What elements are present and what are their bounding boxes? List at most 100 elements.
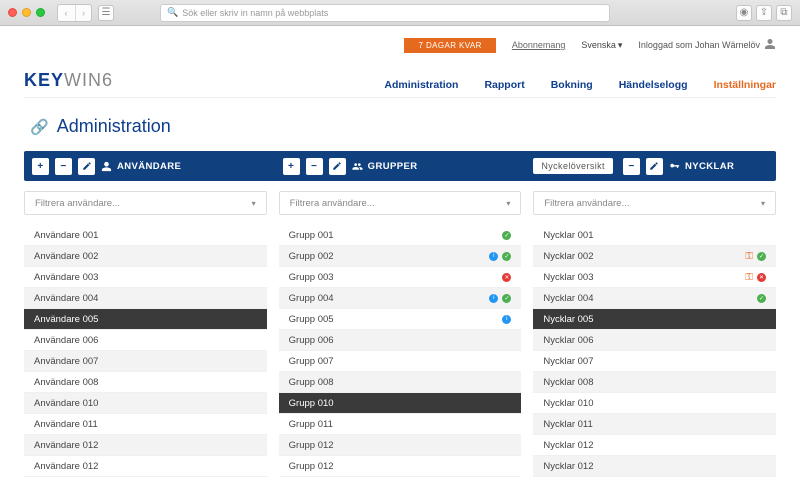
group-row[interactable]: Grupp 003✕ [279,267,522,288]
row-label: Användare 004 [34,293,98,304]
group-row[interactable]: Grupp 010 [279,393,522,414]
add-group-button[interactable]: + [283,158,300,175]
group-row[interactable]: Grupp 005 i [279,309,522,330]
close-window-icon[interactable] [8,8,17,17]
group-row[interactable]: Grupp 011 [279,414,522,435]
group-row[interactable]: Grupp 004i✓ [279,288,522,309]
share-icon[interactable]: ⇪ [756,5,772,21]
row-label: Användare 005 [34,314,98,325]
logo-part1: KEY [24,70,64,90]
row-label: Användare 002 [34,251,98,262]
group-row[interactable]: Grupp 012 [279,456,522,477]
user-row[interactable]: Användare 012 [24,456,267,477]
subscription-link[interactable]: Abonnemang [512,40,566,50]
nav-bokning[interactable]: Bokning [551,79,593,91]
user-icon [764,38,776,53]
user-row[interactable]: Användare 001 [24,225,267,246]
key-row[interactable]: Nycklar 007 [533,351,776,372]
filter-groups[interactable]: Filtrera användare... ▾ [279,191,522,215]
row-label: Nycklar 002 [543,251,593,262]
filter-users-label: Filtrera användare... [35,198,120,209]
key-row[interactable]: Nycklar 005 [533,309,776,330]
edit-user-button[interactable] [78,158,95,175]
nav-administration[interactable]: Administration [384,79,458,91]
minimize-window-icon[interactable] [22,8,31,17]
maximize-window-icon[interactable] [36,8,45,17]
logged-in-user[interactable]: Inloggad som Johan Wärnelöv [638,38,776,53]
remove-user-button[interactable]: − [55,158,72,175]
status-error-icon: ✕ [502,273,511,282]
group-row[interactable]: Grupp 008 [279,372,522,393]
key-row[interactable]: Nycklar 011 [533,414,776,435]
shield-icon[interactable]: ◉ [736,5,752,21]
user-row[interactable]: Användare 006 [24,330,267,351]
language-selector[interactable]: Svenska ▾ [581,40,622,51]
col-head-groups: + − GRUPPER [275,158,526,175]
user-row[interactable]: Användare 007 [24,351,267,372]
key-row[interactable]: Nycklar 006 [533,330,776,351]
group-row[interactable]: Grupp 002i✓ [279,246,522,267]
user-row[interactable]: Användare 012 [24,435,267,456]
chevron-down-icon: ▾ [761,199,765,208]
remove-key-button[interactable]: − [623,158,640,175]
main-nav: Administration Rapport Bokning Händelsel… [384,79,776,91]
user-row[interactable]: Användare 004 [24,288,267,309]
key-row[interactable]: Nycklar 004✓ [533,288,776,309]
days-left-badge: 7 DAGAR KVAR [404,38,495,53]
user-row[interactable]: Användare 005 [24,309,267,330]
row-label: Grupp 011 [289,419,333,430]
nav-handelselogg[interactable]: Händelselogg [619,79,688,91]
key-row[interactable]: Nycklar 010 [533,393,776,414]
status-ok-icon: ✓ [502,231,511,240]
page-title-text: Administration [57,116,171,137]
key-row[interactable]: Nycklar 012 [533,435,776,456]
forward-button[interactable]: › [75,5,91,21]
row-label: Grupp 005 [289,314,334,325]
list-groups: Grupp 001✓Grupp 002i✓Grupp 003✕Grupp 004… [279,225,522,477]
page-title: 🔗 Administration [30,116,776,137]
nav-installningar[interactable]: Inställningar [714,79,776,91]
row-label: Nycklar 006 [543,335,593,346]
add-user-button[interactable]: + [32,158,49,175]
tabs-icon[interactable]: ⧉ [776,5,792,21]
filter-keys[interactable]: Filtrera användare... ▾ [533,191,776,215]
list-users: Användare 001 Användare 002 Användare 003 A… [24,225,267,477]
key-row[interactable]: Nycklar 002⚿✓ [533,246,776,267]
filter-users[interactable]: Filtrera användare... ▾ [24,191,267,215]
user-row[interactable]: Användare 003 [24,267,267,288]
row-label: Användare 012 [34,461,98,472]
group-row[interactable]: Grupp 012 [279,435,522,456]
link-icon: 🔗 [30,118,49,136]
sidebar-toggle-icon[interactable]: ☰ [98,5,114,21]
back-button[interactable]: ‹ [58,5,74,21]
pencil-icon [332,161,342,171]
status-ok-icon: ✓ [757,294,766,303]
key-row[interactable]: Nycklar 003⚿✕ [533,267,776,288]
logged-in-label: Inloggad som Johan Wärnelöv [638,40,760,50]
edit-group-button[interactable] [329,158,346,175]
user-row[interactable]: Användare 008 [24,372,267,393]
row-label: Grupp 006 [289,335,334,346]
key-overview-button[interactable]: Nyckelöversikt [533,158,613,174]
key-row[interactable]: Nycklar 001 [533,225,776,246]
key-row[interactable]: Nycklar 008 [533,372,776,393]
group-row[interactable]: Grupp 001✓ [279,225,522,246]
group-row[interactable]: Grupp 006 [279,330,522,351]
row-label: Användare 011 [34,419,98,430]
key-row[interactable]: Nycklar 012 [533,456,776,477]
user-row[interactable]: Användare 011 [24,414,267,435]
edit-key-button[interactable] [646,158,663,175]
user-row[interactable]: Användare 010 [24,393,267,414]
row-label: Nycklar 005 [543,314,593,325]
user-row[interactable]: Användare 002 [24,246,267,267]
row-icons: ✓ [757,294,766,303]
group-row[interactable]: Grupp 007 [279,351,522,372]
nav-rapport[interactable]: Rapport [484,79,524,91]
url-bar[interactable]: 🔍 Sök eller skriv in namn på webbplats [160,4,610,22]
remove-group-button[interactable]: − [306,158,323,175]
row-label: Nycklar 007 [543,356,593,367]
row-label: Användare 006 [34,335,98,346]
status-info-icon: i [502,315,511,324]
status-info-icon: i [489,294,498,303]
user-icon [101,161,112,172]
